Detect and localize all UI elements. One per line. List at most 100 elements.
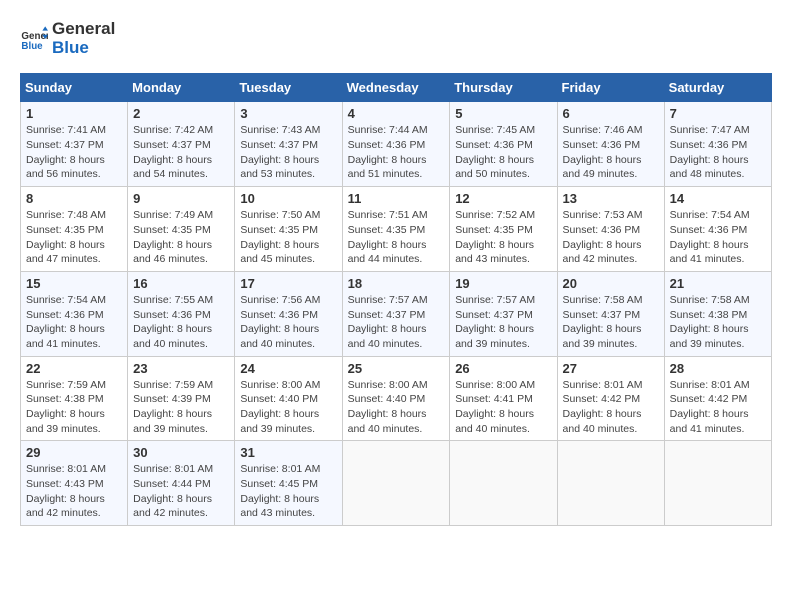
day-number: 25: [348, 361, 445, 376]
calendar-cell: 14 Sunrise: 7:54 AM Sunset: 4:36 PM Dayl…: [664, 187, 771, 272]
calendar-cell: 13 Sunrise: 7:53 AM Sunset: 4:36 PM Dayl…: [557, 187, 664, 272]
day-number: 27: [563, 361, 659, 376]
calendar-cell: 19 Sunrise: 7:57 AM Sunset: 4:37 PM Dayl…: [450, 271, 557, 356]
calendar-cell: 16 Sunrise: 7:55 AM Sunset: 4:36 PM Dayl…: [128, 271, 235, 356]
day-info: Sunrise: 8:00 AM Sunset: 4:40 PM Dayligh…: [348, 378, 445, 437]
day-number: 16: [133, 276, 229, 291]
header-thursday: Thursday: [450, 74, 557, 102]
day-info: Sunrise: 7:56 AM Sunset: 4:36 PM Dayligh…: [240, 293, 336, 352]
day-info: Sunrise: 7:49 AM Sunset: 4:35 PM Dayligh…: [133, 208, 229, 267]
day-info: Sunrise: 7:53 AM Sunset: 4:36 PM Dayligh…: [563, 208, 659, 267]
calendar-cell: 6 Sunrise: 7:46 AM Sunset: 4:36 PM Dayli…: [557, 102, 664, 187]
day-number: 12: [455, 191, 551, 206]
day-info: Sunrise: 7:58 AM Sunset: 4:38 PM Dayligh…: [670, 293, 766, 352]
day-number: 15: [26, 276, 122, 291]
page-header: General Blue General Blue: [20, 20, 772, 57]
logo-icon: General Blue: [20, 25, 48, 53]
day-info: Sunrise: 8:01 AM Sunset: 4:43 PM Dayligh…: [26, 462, 122, 521]
day-info: Sunrise: 7:44 AM Sunset: 4:36 PM Dayligh…: [348, 123, 445, 182]
calendar-cell: 17 Sunrise: 7:56 AM Sunset: 4:36 PM Dayl…: [235, 271, 342, 356]
day-info: Sunrise: 7:51 AM Sunset: 4:35 PM Dayligh…: [348, 208, 445, 267]
logo: General Blue General Blue: [20, 20, 115, 57]
header-friday: Friday: [557, 74, 664, 102]
day-number: 7: [670, 106, 766, 121]
week-row-5: 29 Sunrise: 8:01 AM Sunset: 4:43 PM Dayl…: [21, 441, 772, 526]
calendar-cell: 22 Sunrise: 7:59 AM Sunset: 4:38 PM Dayl…: [21, 356, 128, 441]
day-number: 31: [240, 445, 336, 460]
day-info: Sunrise: 8:00 AM Sunset: 4:40 PM Dayligh…: [240, 378, 336, 437]
calendar-header-row: SundayMondayTuesdayWednesdayThursdayFrid…: [21, 74, 772, 102]
day-info: Sunrise: 8:00 AM Sunset: 4:41 PM Dayligh…: [455, 378, 551, 437]
calendar-cell: 28 Sunrise: 8:01 AM Sunset: 4:42 PM Dayl…: [664, 356, 771, 441]
day-number: 29: [26, 445, 122, 460]
header-saturday: Saturday: [664, 74, 771, 102]
calendar-cell: 25 Sunrise: 8:00 AM Sunset: 4:40 PM Dayl…: [342, 356, 450, 441]
day-info: Sunrise: 7:52 AM Sunset: 4:35 PM Dayligh…: [455, 208, 551, 267]
calendar-cell: 29 Sunrise: 8:01 AM Sunset: 4:43 PM Dayl…: [21, 441, 128, 526]
logo-general: General: [52, 20, 115, 39]
calendar-cell: 26 Sunrise: 8:00 AM Sunset: 4:41 PM Dayl…: [450, 356, 557, 441]
day-number: 14: [670, 191, 766, 206]
calendar-cell: 31 Sunrise: 8:01 AM Sunset: 4:45 PM Dayl…: [235, 441, 342, 526]
calendar-cell: [342, 441, 450, 526]
day-number: 3: [240, 106, 336, 121]
day-number: 23: [133, 361, 229, 376]
day-info: Sunrise: 7:48 AM Sunset: 4:35 PM Dayligh…: [26, 208, 122, 267]
day-number: 11: [348, 191, 445, 206]
day-number: 6: [563, 106, 659, 121]
day-number: 4: [348, 106, 445, 121]
calendar-cell: 9 Sunrise: 7:49 AM Sunset: 4:35 PM Dayli…: [128, 187, 235, 272]
day-number: 13: [563, 191, 659, 206]
day-number: 20: [563, 276, 659, 291]
calendar-cell: 11 Sunrise: 7:51 AM Sunset: 4:35 PM Dayl…: [342, 187, 450, 272]
day-info: Sunrise: 8:01 AM Sunset: 4:42 PM Dayligh…: [670, 378, 766, 437]
day-number: 8: [26, 191, 122, 206]
calendar-cell: [664, 441, 771, 526]
day-info: Sunrise: 7:57 AM Sunset: 4:37 PM Dayligh…: [348, 293, 445, 352]
calendar-cell: 2 Sunrise: 7:42 AM Sunset: 4:37 PM Dayli…: [128, 102, 235, 187]
calendar-cell: 24 Sunrise: 8:00 AM Sunset: 4:40 PM Dayl…: [235, 356, 342, 441]
header-tuesday: Tuesday: [235, 74, 342, 102]
calendar-cell: 7 Sunrise: 7:47 AM Sunset: 4:36 PM Dayli…: [664, 102, 771, 187]
calendar-cell: 10 Sunrise: 7:50 AM Sunset: 4:35 PM Dayl…: [235, 187, 342, 272]
day-number: 26: [455, 361, 551, 376]
svg-text:Blue: Blue: [21, 40, 43, 51]
day-number: 22: [26, 361, 122, 376]
day-info: Sunrise: 7:41 AM Sunset: 4:37 PM Dayligh…: [26, 123, 122, 182]
calendar-cell: 4 Sunrise: 7:44 AM Sunset: 4:36 PM Dayli…: [342, 102, 450, 187]
logo-blue: Blue: [52, 39, 115, 58]
day-number: 10: [240, 191, 336, 206]
calendar-cell: 20 Sunrise: 7:58 AM Sunset: 4:37 PM Dayl…: [557, 271, 664, 356]
day-info: Sunrise: 7:59 AM Sunset: 4:38 PM Dayligh…: [26, 378, 122, 437]
day-number: 28: [670, 361, 766, 376]
day-info: Sunrise: 7:47 AM Sunset: 4:36 PM Dayligh…: [670, 123, 766, 182]
calendar-cell: 27 Sunrise: 8:01 AM Sunset: 4:42 PM Dayl…: [557, 356, 664, 441]
calendar-cell: 3 Sunrise: 7:43 AM Sunset: 4:37 PM Dayli…: [235, 102, 342, 187]
week-row-2: 8 Sunrise: 7:48 AM Sunset: 4:35 PM Dayli…: [21, 187, 772, 272]
day-number: 18: [348, 276, 445, 291]
calendar-cell: 12 Sunrise: 7:52 AM Sunset: 4:35 PM Dayl…: [450, 187, 557, 272]
day-info: Sunrise: 8:01 AM Sunset: 4:44 PM Dayligh…: [133, 462, 229, 521]
day-number: 5: [455, 106, 551, 121]
week-row-3: 15 Sunrise: 7:54 AM Sunset: 4:36 PM Dayl…: [21, 271, 772, 356]
day-info: Sunrise: 7:50 AM Sunset: 4:35 PM Dayligh…: [240, 208, 336, 267]
day-info: Sunrise: 7:54 AM Sunset: 4:36 PM Dayligh…: [26, 293, 122, 352]
day-number: 24: [240, 361, 336, 376]
day-number: 30: [133, 445, 229, 460]
day-info: Sunrise: 7:42 AM Sunset: 4:37 PM Dayligh…: [133, 123, 229, 182]
calendar-cell: 21 Sunrise: 7:58 AM Sunset: 4:38 PM Dayl…: [664, 271, 771, 356]
day-info: Sunrise: 7:57 AM Sunset: 4:37 PM Dayligh…: [455, 293, 551, 352]
calendar-cell: 5 Sunrise: 7:45 AM Sunset: 4:36 PM Dayli…: [450, 102, 557, 187]
day-info: Sunrise: 7:46 AM Sunset: 4:36 PM Dayligh…: [563, 123, 659, 182]
day-info: Sunrise: 7:59 AM Sunset: 4:39 PM Dayligh…: [133, 378, 229, 437]
day-info: Sunrise: 7:54 AM Sunset: 4:36 PM Dayligh…: [670, 208, 766, 267]
calendar-cell: 15 Sunrise: 7:54 AM Sunset: 4:36 PM Dayl…: [21, 271, 128, 356]
day-number: 9: [133, 191, 229, 206]
calendar-cell: 18 Sunrise: 7:57 AM Sunset: 4:37 PM Dayl…: [342, 271, 450, 356]
header-sunday: Sunday: [21, 74, 128, 102]
day-info: Sunrise: 7:58 AM Sunset: 4:37 PM Dayligh…: [563, 293, 659, 352]
header-wednesday: Wednesday: [342, 74, 450, 102]
calendar-table: SundayMondayTuesdayWednesdayThursdayFrid…: [20, 73, 772, 526]
day-info: Sunrise: 7:45 AM Sunset: 4:36 PM Dayligh…: [455, 123, 551, 182]
week-row-4: 22 Sunrise: 7:59 AM Sunset: 4:38 PM Dayl…: [21, 356, 772, 441]
